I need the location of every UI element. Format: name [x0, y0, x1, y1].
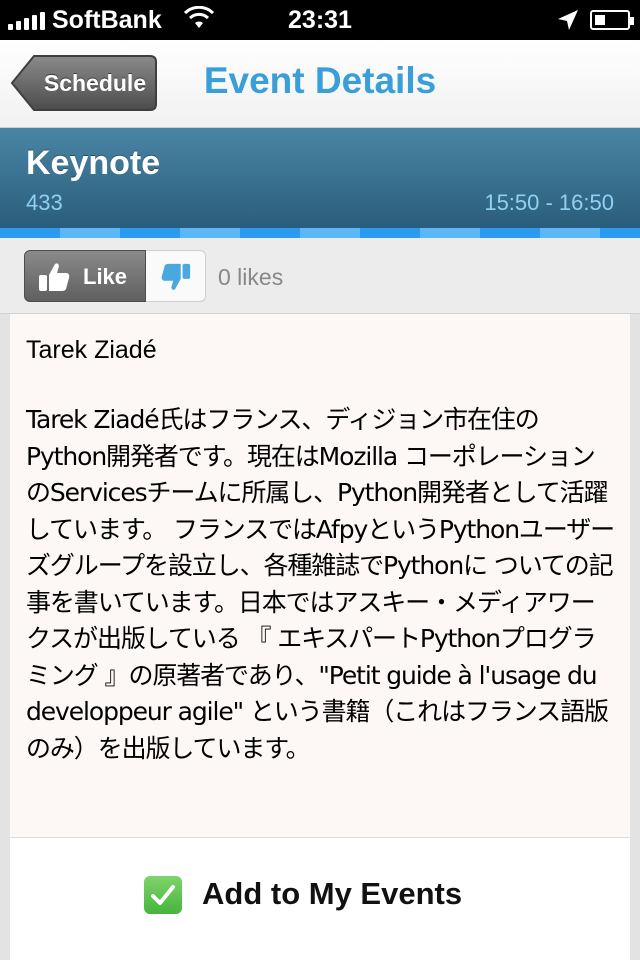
- back-button-label: Schedule: [43, 70, 147, 96]
- frame-right: [630, 314, 640, 960]
- event-description: Tarek Ziadé氏はフランス、ディジョン市在住のPython開発者です。現…: [26, 405, 615, 763]
- event-header: Keynote 433 15:50 - 16:50: [0, 128, 640, 228]
- dislike-button[interactable]: [146, 250, 206, 302]
- like-count: 0 likes: [218, 264, 284, 290]
- bottom-panel: Add to My Events: [10, 838, 630, 960]
- like-button-label: Like: [83, 264, 128, 289]
- status-bar: SoftBank 23:31: [0, 0, 640, 40]
- add-to-my-events-label: Add to My Events: [202, 876, 463, 911]
- navigation-bar: Schedule Event Details: [0, 40, 640, 128]
- status-time: 23:31: [288, 6, 352, 34]
- page-title: Event Details: [203, 60, 437, 101]
- event-time: 15:50 - 16:50: [484, 190, 614, 215]
- battery-icon: [590, 10, 634, 30]
- speaker-name: Tarek Ziadé: [26, 336, 157, 364]
- checkmark-icon: [144, 876, 182, 914]
- thumbs-up-icon: [39, 263, 70, 291]
- like-bar: Like 0 likes: [0, 238, 640, 314]
- like-button[interactable]: Like: [24, 250, 146, 302]
- accent-stripe: [0, 228, 640, 238]
- event-title: Keynote: [26, 144, 161, 182]
- add-to-my-events-button[interactable]: Add to My Events: [10, 838, 630, 950]
- thumbs-down-icon: [161, 263, 191, 290]
- frame-left: [0, 314, 10, 960]
- event-room: 433: [26, 190, 63, 215]
- event-content: Tarek Ziadé Tarek Ziadé氏はフランス、ディジョン市在住のP…: [10, 314, 630, 838]
- location-icon: [558, 10, 578, 30]
- back-button[interactable]: Schedule: [10, 54, 158, 112]
